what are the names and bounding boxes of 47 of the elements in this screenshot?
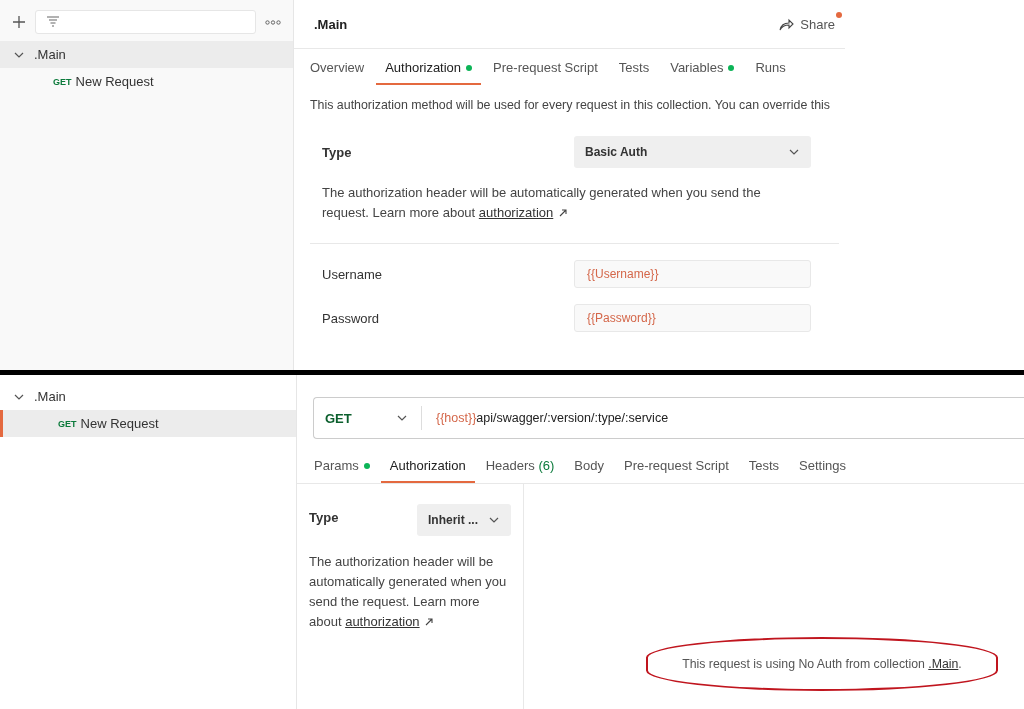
tab[interactable]: Authorization xyxy=(380,449,475,483)
description-text: This authorization method will be used for every request in this collection. You can override this xyxy=(310,98,831,112)
filter-field[interactable] xyxy=(35,10,256,34)
share-button[interactable]: Share xyxy=(775,14,839,34)
type-label: Type xyxy=(322,144,353,160)
help-text: The authorization header will be automatically generated when you send the request. Learn more about authorization xyxy=(309,553,508,631)
share-icon xyxy=(779,17,795,31)
collection-item[interactable]: .Main xyxy=(0,383,296,410)
field-label: Password xyxy=(322,310,381,326)
input-field[interactable]: {{Username}} xyxy=(574,260,811,288)
authorization-link[interactable]: authorization xyxy=(345,614,420,629)
tab[interactable]: Pre-request Script xyxy=(615,449,738,483)
input-field[interactable]: {{Password}} xyxy=(574,304,811,332)
request-item[interactable]: GET New Request xyxy=(0,68,293,95)
external-link-icon xyxy=(558,209,567,217)
chevron-down-icon xyxy=(489,517,499,523)
tab[interactable]: Tests xyxy=(739,449,789,483)
url-field[interactable]: {{host}}api/swagger/:version/:type/:service xyxy=(422,411,669,425)
tab[interactable]: Params xyxy=(305,449,379,483)
tab[interactable]: Settings xyxy=(790,449,856,483)
more-icon[interactable] xyxy=(265,19,281,25)
external-link-icon xyxy=(425,618,434,626)
chevron-icon xyxy=(14,393,24,400)
tab[interactable]: Variables xyxy=(661,51,744,85)
notice-text: This request is using No Auth from collection .Main. xyxy=(682,657,962,671)
type-label: Type xyxy=(309,510,339,525)
collection-title: .Main xyxy=(314,16,348,32)
tab[interactable]: Authorization xyxy=(376,51,482,85)
filter-icon xyxy=(46,16,60,28)
tab[interactable]: Body xyxy=(565,449,613,483)
chevron-down-icon xyxy=(397,415,407,421)
tab[interactable]: Overview xyxy=(310,51,374,85)
tab[interactable]: Tests xyxy=(609,51,659,85)
collection-item[interactable]: .Main xyxy=(0,41,293,68)
auth-type-dropdown[interactable]: Basic Auth xyxy=(574,136,811,168)
help-text: The authorization header will be automatically generated when you send the request. Learn more about authorization xyxy=(321,184,762,222)
tab[interactable]: Pre-request Script xyxy=(484,51,607,85)
method-dropdown[interactable]: GET xyxy=(314,406,422,430)
chevron-icon xyxy=(14,51,24,58)
field-label: Username xyxy=(322,266,383,282)
tab[interactable]: Headers (6) xyxy=(476,449,564,483)
auth-type-dropdown[interactable]: Inherit ... xyxy=(417,504,511,536)
request-item[interactable]: GET New Request xyxy=(3,410,296,437)
tab[interactable]: Runs xyxy=(746,51,795,85)
chevron-down-icon xyxy=(789,149,799,155)
authorization-link[interactable]: authorization xyxy=(478,205,554,220)
plus-icon[interactable] xyxy=(12,15,26,29)
